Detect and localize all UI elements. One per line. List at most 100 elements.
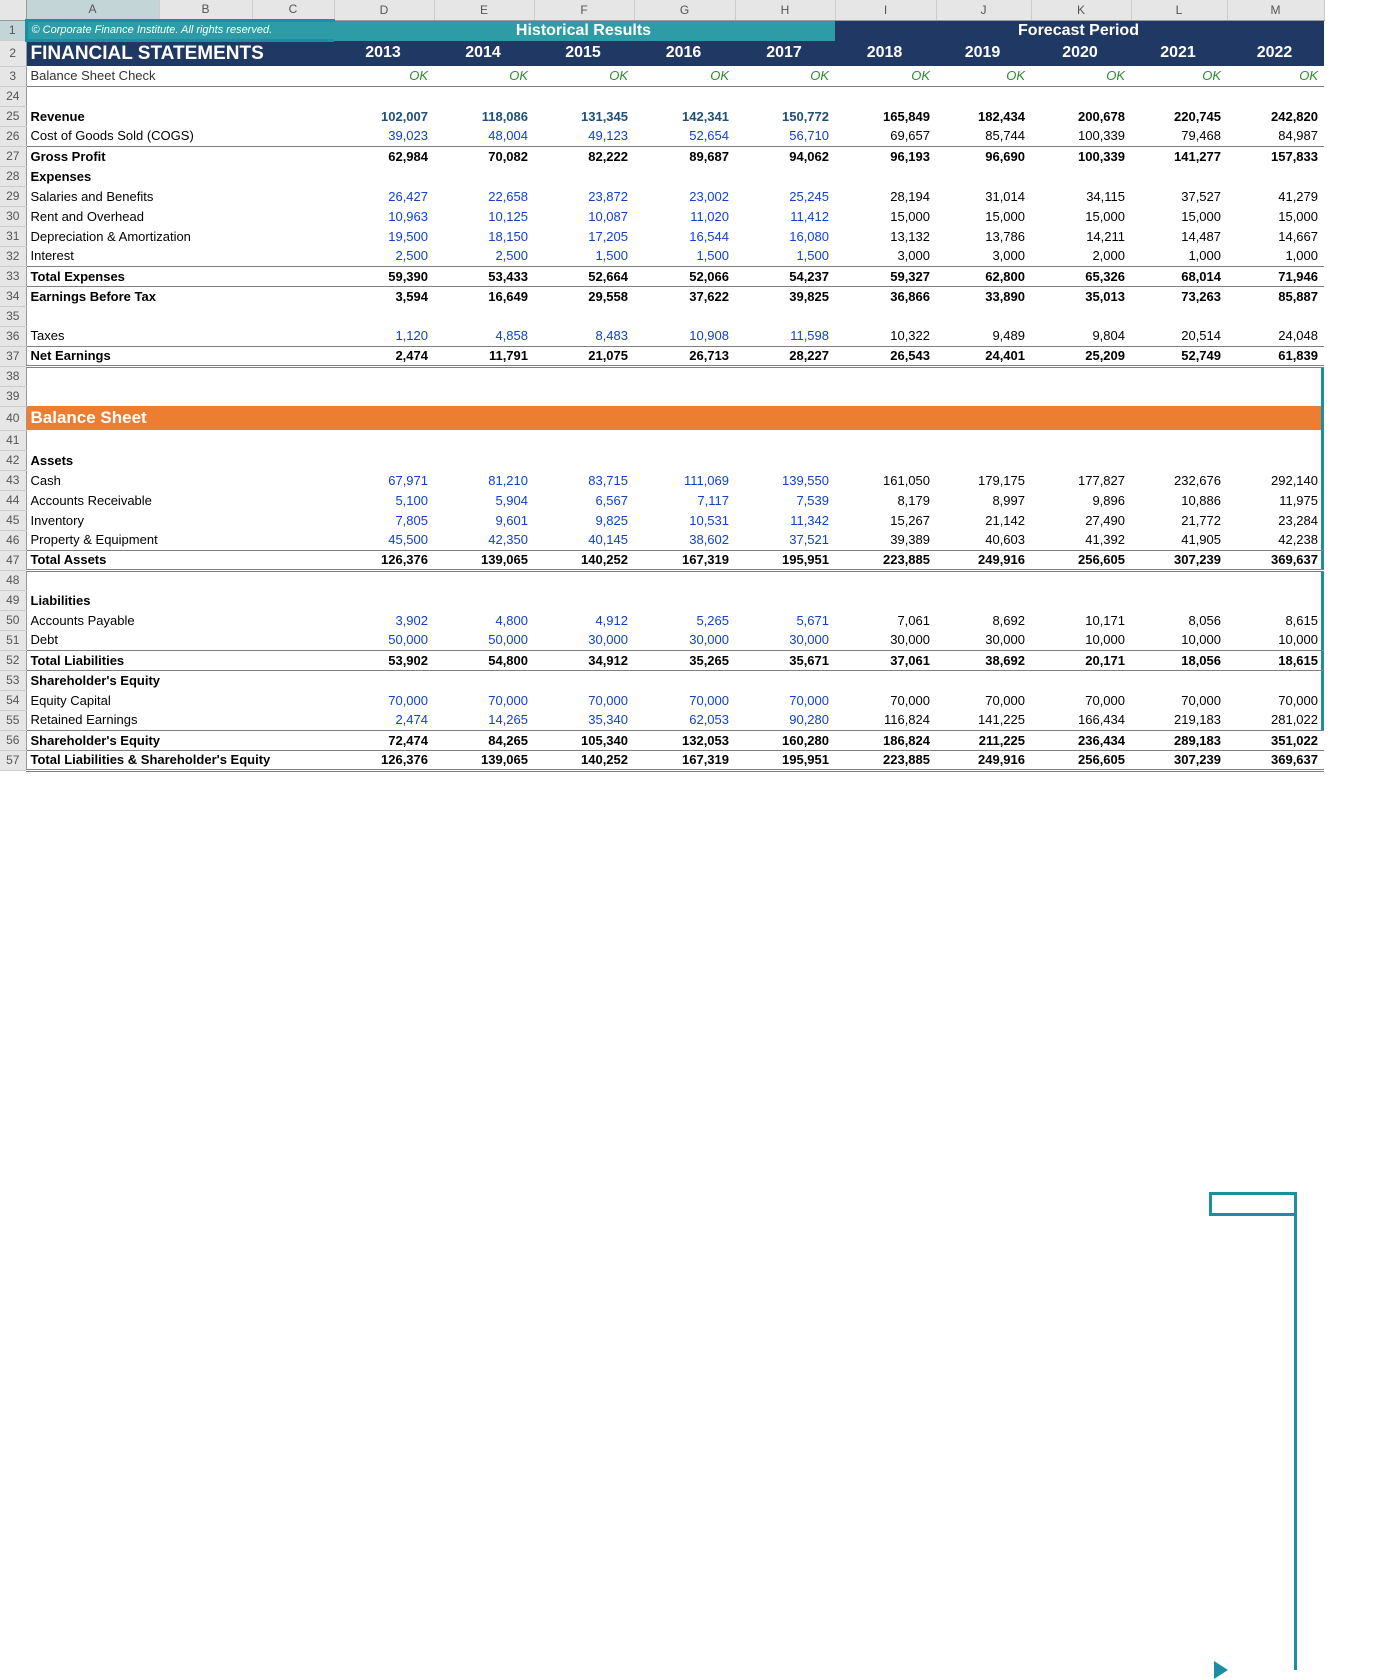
inv-17[interactable]: 11,342 [735,510,835,530]
inv-14[interactable]: 9,601 [434,510,534,530]
year-2016[interactable]: 2016 [634,41,735,67]
inv-22[interactable]: 23,284 [1227,510,1324,530]
ebt-label[interactable]: Earnings Before Tax [26,286,334,306]
rent-16[interactable]: 11,020 [634,206,735,226]
te-17[interactable]: 54,237 [735,266,835,286]
debt-13[interactable]: 50,000 [334,630,434,650]
pe-22[interactable]: 42,238 [1227,530,1324,550]
ec-14[interactable]: 70,000 [434,690,534,710]
row-header-50[interactable]: 50 [0,610,26,630]
revenue-2013[interactable]: 102,007 [334,106,434,126]
te-21[interactable]: 68,014 [1131,266,1227,286]
rent-20[interactable]: 15,000 [1031,206,1131,226]
col-header-E[interactable]: E [434,0,534,20]
row-header-39[interactable]: 39 [0,386,26,406]
cogs-2016[interactable]: 52,654 [634,126,735,146]
row-header-45[interactable]: 45 [0,510,26,530]
pe-13[interactable]: 45,500 [334,530,434,550]
blank-53m[interactable] [1227,670,1324,690]
year-2013[interactable]: 2013 [334,41,434,67]
ec-22[interactable]: 70,000 [1227,690,1324,710]
pe-18[interactable]: 39,389 [835,530,936,550]
rent-15[interactable]: 10,087 [534,206,634,226]
re-17[interactable]: 90,280 [735,710,835,730]
tlse-13[interactable]: 126,376 [334,750,434,770]
inv-13[interactable]: 7,805 [334,510,434,530]
ne-17[interactable]: 28,227 [735,346,835,366]
te-18[interactable]: 59,327 [835,266,936,286]
ar-13[interactable]: 5,100 [334,490,434,510]
int-22[interactable]: 1,000 [1227,246,1324,266]
row-header-33[interactable]: 33 [0,266,26,286]
ec-13[interactable]: 70,000 [334,690,434,710]
ok-2017[interactable]: OK [735,66,835,86]
row-header-49[interactable]: 49 [0,590,26,610]
year-2018[interactable]: 2018 [835,41,936,67]
revenue-2014[interactable]: 118,086 [434,106,534,126]
row-header-44[interactable]: 44 [0,490,26,510]
row-header-51[interactable]: 51 [0,630,26,650]
cash-14[interactable]: 81,210 [434,470,534,490]
blank-row-24[interactable] [26,86,1324,106]
ar-22[interactable]: 11,975 [1227,490,1324,510]
blank-28[interactable] [334,166,1324,186]
tlse-20[interactable]: 256,605 [1031,750,1131,770]
gp-2022[interactable]: 157,833 [1227,146,1324,166]
ar-18[interactable]: 8,179 [835,490,936,510]
revenue-2020[interactable]: 200,678 [1031,106,1131,126]
col-header-L[interactable]: L [1131,0,1227,20]
historical-header[interactable]: Historical Results [334,20,835,41]
row-header-54[interactable]: 54 [0,690,26,710]
ta-22[interactable]: 369,637 [1227,550,1324,570]
row-header-28[interactable]: 28 [0,166,26,186]
debt-22[interactable]: 10,000 [1227,630,1324,650]
se-header-label[interactable]: Shareholder's Equity [26,670,334,690]
debt-17[interactable]: 30,000 [735,630,835,650]
da-18[interactable]: 13,132 [835,226,936,246]
se-16[interactable]: 132,053 [634,730,735,750]
da-17[interactable]: 16,080 [735,226,835,246]
ec-16[interactable]: 70,000 [634,690,735,710]
se-18[interactable]: 186,824 [835,730,936,750]
ta-17[interactable]: 195,951 [735,550,835,570]
ar-14[interactable]: 5,904 [434,490,534,510]
bs-title-m[interactable] [1227,406,1324,430]
ebt-14[interactable]: 16,649 [434,286,534,306]
tl-22[interactable]: 18,615 [1227,650,1324,670]
te-19[interactable]: 62,800 [936,266,1031,286]
row-header-3[interactable]: 3 [0,66,26,86]
cogs-2015[interactable]: 49,123 [534,126,634,146]
row-header-56[interactable]: 56 [0,730,26,750]
row-header-26[interactable]: 26 [0,126,26,146]
tl-16[interactable]: 35,265 [634,650,735,670]
debt-21[interactable]: 10,000 [1131,630,1227,650]
debt-15[interactable]: 30,000 [534,630,634,650]
rent-21[interactable]: 15,000 [1131,206,1227,226]
gp-2018[interactable]: 96,193 [835,146,936,166]
cogs-2022[interactable]: 84,987 [1227,126,1324,146]
sal-17[interactable]: 25,245 [735,186,835,206]
col-header-F[interactable]: F [534,0,634,20]
rent-18[interactable]: 15,000 [835,206,936,226]
ne-15[interactable]: 21,075 [534,346,634,366]
col-header-D[interactable]: D [334,0,434,20]
int-17[interactable]: 1,500 [735,246,835,266]
salaries-label[interactable]: Salaries and Benefits [26,186,334,206]
tax-22[interactable]: 24,048 [1227,326,1324,346]
tl-19[interactable]: 38,692 [936,650,1031,670]
ta-13[interactable]: 126,376 [334,550,434,570]
ap-18[interactable]: 7,061 [835,610,936,630]
ne-20[interactable]: 25,209 [1031,346,1131,366]
row-header-34[interactable]: 34 [0,286,26,306]
ok-2018[interactable]: OK [835,66,936,86]
ne-21[interactable]: 52,749 [1131,346,1227,366]
row-header-55[interactable]: 55 [0,710,26,730]
tax-18[interactable]: 10,322 [835,326,936,346]
gp-2021[interactable]: 141,277 [1131,146,1227,166]
pe-20[interactable]: 41,392 [1031,530,1131,550]
cash-label[interactable]: Cash [26,470,334,490]
ok-2021[interactable]: OK [1131,66,1227,86]
ta-16[interactable]: 167,319 [634,550,735,570]
debt-14[interactable]: 50,000 [434,630,534,650]
re-18[interactable]: 116,824 [835,710,936,730]
